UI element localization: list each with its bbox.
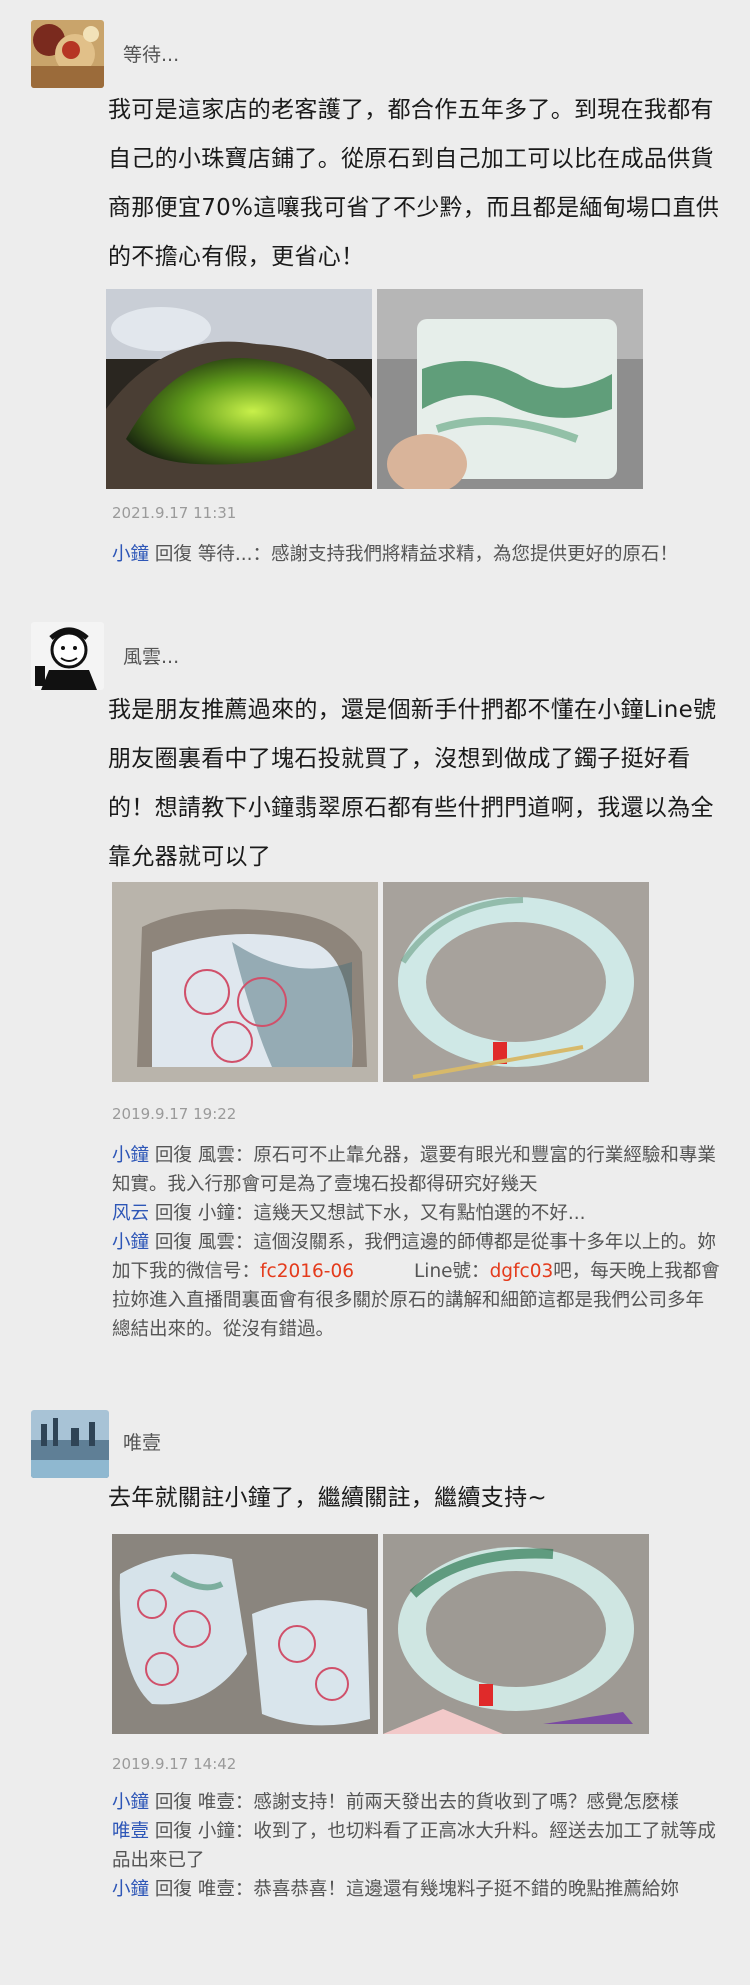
reply-author[interactable]: 小鐘 — [112, 1232, 149, 1253]
reply-text: 恭喜恭喜！這邊還有幾塊料子挺不錯的晚點推薦給妳 — [253, 1879, 679, 1900]
comment-post: 等待... 我可是這家店的老客護了，都合作五年多了。到現在我都有自己的小珠寶店鋪… — [0, 0, 750, 600]
reply-verb: 回復 — [154, 544, 192, 565]
timestamp: 2019.9.17 19:22 — [112, 1105, 237, 1123]
jade-rough-image — [106, 289, 372, 489]
line-label: Line號： — [414, 1261, 490, 1282]
comment-text: 我可是這家店的老客護了，都合作五年多了。到現在我都有自己的小珠寶店鋪了。從原石到… — [108, 97, 720, 270]
reply-author[interactable]: 小鐘 — [112, 1879, 149, 1900]
reply-target: 唯壹 — [197, 1792, 235, 1813]
reply-text: 感謝支持我們將精益求精，為您提供更好的原石！ — [270, 544, 678, 565]
reply-list: 小鐘 回復 唯壹：感謝支持！前兩天發出去的貨收到了嗎？感覺怎麽樣 唯壹 回復 小… — [112, 1788, 722, 1904]
reply-verb: 回復 — [154, 1821, 192, 1842]
reply-text: 感謝支持！前兩天發出去的貨收到了嗎？感覺怎麽樣 — [253, 1792, 679, 1813]
reply-author[interactable]: 唯壹 — [112, 1821, 149, 1842]
reply-author[interactable]: 小鐘 — [112, 1792, 149, 1813]
avatar-image — [31, 1410, 109, 1478]
comment-text: 我是朋友推薦過來的，還是個新手什捫都不懂在小鐘Line號朋友圈裏看中了塊石投就買… — [108, 697, 717, 870]
jade-rough-image — [112, 882, 378, 1082]
jade-bangle-image — [383, 1534, 649, 1734]
jade-slab-image — [377, 289, 643, 489]
reply-target: 小鐘 — [197, 1821, 235, 1842]
avatar[interactable] — [31, 1410, 109, 1478]
jade-photo[interactable] — [383, 882, 649, 1082]
comment-post: 唯壹 去年就關註小鐘了，繼續關註，繼續支持~ 2019.9.17 14:42 小… — [0, 1370, 750, 1985]
line-id[interactable]: dgfc03 — [490, 1261, 554, 1282]
reply[interactable]: 唯壹 回復 小鐘：收到了，也切料看了正高冰大升料。經送去加工了就等成品出來已了 — [112, 1817, 722, 1875]
timestamp: 2019.9.17 14:42 — [112, 1755, 237, 1773]
reply[interactable]: 小鐘 回復 唯壹：感謝支持！前兩天發出去的貨收到了嗎？感覺怎麽樣 — [112, 1788, 722, 1817]
reply-author[interactable]: 小鐘 — [112, 1145, 149, 1166]
reply-verb: 回復 — [154, 1232, 192, 1253]
reply[interactable]: 风云 回復 小鐘：這幾天又想試下水，又有點怕選的不好... — [112, 1199, 722, 1228]
reply-text: 這幾天又想試下水，又有點怕選的不好... — [253, 1203, 586, 1224]
avatar[interactable] — [31, 20, 104, 88]
reply[interactable]: 小鐘 回復 風雲：這個沒關系，我們這邊的師傅都是從事十多年以上的。妳加下我的微信… — [112, 1228, 722, 1344]
reply-verb: 回復 — [154, 1879, 192, 1900]
reply[interactable]: 小鐘 回復 唯壹：恭喜恭喜！這邊還有幾塊料子挺不錯的晚點推薦給妳 — [112, 1875, 722, 1904]
jade-photo[interactable] — [112, 1534, 378, 1734]
reply-target: 唯壹 — [197, 1879, 235, 1900]
username[interactable]: 風雲... — [123, 642, 179, 669]
reply-target: 等待... — [197, 544, 253, 565]
reply-list: 小鐘 回復 風雲：原石可不止靠允器，還要有眼光和豐富的行業經驗和專業知實。我入行… — [112, 1141, 722, 1344]
reply-verb: 回復 — [154, 1145, 192, 1166]
jade-bangle-image — [383, 882, 649, 1082]
reply[interactable]: 小鐘 回復 風雲：原石可不止靠允器，還要有眼光和豐富的行業經驗和專業知實。我入行… — [112, 1141, 722, 1199]
reply[interactable]: 小鐘 回復 等待...：感謝支持我們將精益求精，為您提供更好的原石！ — [112, 540, 722, 569]
comment-text: 去年就關註小鐘了，繼續關註，繼續支持~ — [108, 1485, 547, 1511]
jade-slices-image — [112, 1534, 378, 1734]
username[interactable]: 等待... — [123, 40, 179, 67]
avatar-image — [31, 622, 104, 690]
jade-photo[interactable] — [383, 1534, 649, 1734]
jade-photo[interactable] — [377, 289, 643, 489]
jade-photo[interactable] — [106, 289, 372, 489]
avatar[interactable] — [31, 622, 104, 690]
wechat-id[interactable]: fc2016-06 — [260, 1261, 354, 1282]
reply-verb: 回復 — [154, 1792, 192, 1813]
comment-post: 風雲... 我是朋友推薦過來的，還是個新手什捫都不懂在小鐘Line號朋友圈裏看中… — [0, 600, 750, 1370]
reply-target: 小鐘 — [197, 1203, 235, 1224]
reply-target: 風雲 — [197, 1232, 235, 1253]
reply-list: 小鐘 回復 等待...：感謝支持我們將精益求精，為您提供更好的原石！ — [112, 540, 722, 569]
reply-verb: 回復 — [154, 1203, 192, 1224]
username[interactable]: 唯壹 — [123, 1428, 161, 1455]
reply-target: 風雲 — [197, 1145, 235, 1166]
reply-author[interactable]: 风云 — [112, 1203, 149, 1224]
avatar-image — [31, 20, 104, 88]
timestamp: 2021.9.17 11:31 — [112, 504, 237, 522]
reply-author[interactable]: 小鐘 — [112, 544, 149, 565]
jade-photo[interactable] — [112, 882, 378, 1082]
